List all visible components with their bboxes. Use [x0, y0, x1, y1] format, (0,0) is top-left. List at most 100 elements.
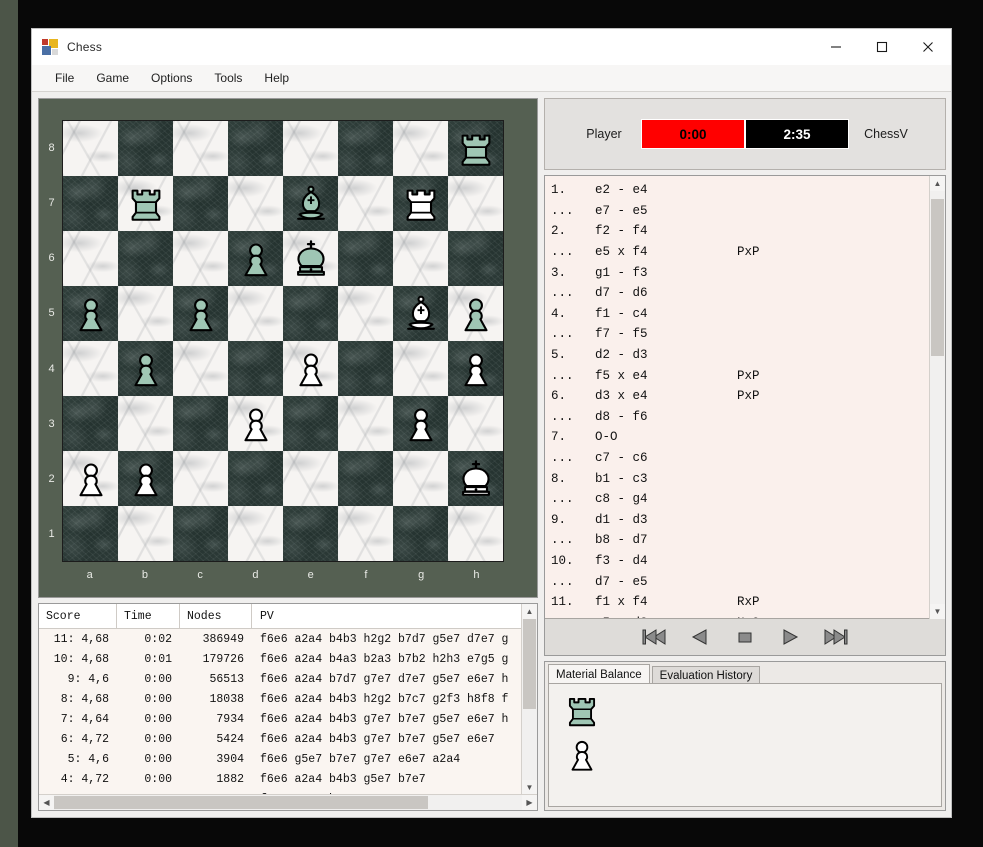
board-square-g4[interactable]	[393, 341, 448, 396]
skip-to-start-button[interactable]	[640, 626, 670, 648]
move-list-row[interactable]: 8. b1 - c3	[551, 468, 945, 489]
board-square-d2[interactable]	[228, 451, 283, 506]
piece-white-bishop-g5[interactable]	[393, 286, 448, 341]
move-list-row[interactable]: ... f7 - f5	[551, 324, 945, 345]
board-square-c5[interactable]	[173, 286, 228, 341]
analysis-row[interactable]: 9: 4,6 0:00 56513 f6e6 a2a4 b7d7 g7e7 d7e7 …	[39, 669, 537, 689]
chess-board[interactable]	[62, 120, 504, 562]
board-square-a2[interactable]	[63, 451, 118, 506]
move-list-row[interactable]: ... d7 - d6	[551, 283, 945, 304]
analysis-row[interactable]: 5: 4,6 0:00 3904 f6e6 g5e7 b7e7 g7e7 e6e7 a…	[39, 749, 537, 769]
board-square-f7[interactable]	[338, 176, 393, 231]
analysis-vertical-scrollbar[interactable]: ▲ ▼	[521, 604, 537, 795]
movelist-vscroll-thumb[interactable]	[931, 199, 944, 357]
menu-game[interactable]: Game	[85, 67, 140, 89]
chess-board-grid[interactable]	[63, 121, 503, 561]
board-square-d4[interactable]	[228, 341, 283, 396]
column-header-time[interactable]: Time	[117, 604, 180, 628]
board-square-b4[interactable]	[118, 341, 173, 396]
analysis-vscroll-thumb[interactable]	[523, 619, 536, 710]
board-square-f6[interactable]	[338, 231, 393, 286]
board-square-f5[interactable]	[338, 286, 393, 341]
board-square-b6[interactable]	[118, 231, 173, 286]
menu-tools[interactable]: Tools	[203, 67, 253, 89]
scroll-down-icon[interactable]: ▼	[930, 604, 945, 619]
move-list-row[interactable]: ... c8 - g4	[551, 489, 945, 510]
analysis-row[interactable]: 7: 4,64 0:00 7934 f6e6 a2a4 b4b3 g7e7 b7e7 …	[39, 709, 537, 729]
scroll-right-icon[interactable]: ▶	[522, 795, 537, 810]
board-square-h4[interactable]	[448, 341, 503, 396]
board-square-e7[interactable]	[283, 176, 338, 231]
move-list-row[interactable]: 9. d1 - d3	[551, 510, 945, 531]
piece-white-pawn-h4[interactable]	[448, 341, 503, 396]
move-list-panel[interactable]: 1. e2 - e4... e7 - e5 2. f2 - f4... e5 x f4 Px…	[544, 175, 946, 656]
board-square-d3[interactable]	[228, 396, 283, 451]
minimize-button[interactable]	[813, 29, 859, 65]
menu-options[interactable]: Options	[140, 67, 203, 89]
play-button[interactable]	[775, 626, 805, 648]
move-list-row[interactable]: 4. f1 - c4	[551, 304, 945, 325]
board-square-d6[interactable]	[228, 231, 283, 286]
piece-black-rook-b7[interactable]	[118, 176, 173, 231]
column-header-score[interactable]: Score	[39, 604, 117, 628]
piece-black-pawn-h5[interactable]	[448, 286, 503, 341]
board-square-f8[interactable]	[338, 121, 393, 176]
board-square-b1[interactable]	[118, 506, 173, 561]
move-list-row[interactable]: 7. O-O	[551, 427, 945, 448]
board-square-e1[interactable]	[283, 506, 338, 561]
move-list[interactable]: 1. e2 - e4... e7 - e5 2. f2 - f4... e5 x f4 Px…	[545, 176, 945, 618]
board-square-h2[interactable]	[448, 451, 503, 506]
close-button[interactable]	[905, 29, 951, 65]
move-list-row[interactable]: 5. d2 - d3	[551, 345, 945, 366]
analysis-row[interactable]: 6: 4,72 0:00 5424 f6e6 a2a4 b4b3 g7e7 b7e7 …	[39, 729, 537, 749]
menu-file[interactable]: File	[44, 67, 85, 89]
board-square-d5[interactable]	[228, 286, 283, 341]
board-square-c7[interactable]	[173, 176, 228, 231]
piece-white-pawn-e4[interactable]	[283, 341, 338, 396]
move-list-row[interactable]: 3. g1 - f3	[551, 262, 945, 283]
board-square-b7[interactable]	[118, 176, 173, 231]
board-square-a1[interactable]	[63, 506, 118, 561]
board-square-e5[interactable]	[283, 286, 338, 341]
piece-white-king-h2[interactable]	[448, 451, 503, 506]
board-square-d1[interactable]	[228, 506, 283, 561]
board-square-g6[interactable]	[393, 231, 448, 286]
board-square-c1[interactable]	[173, 506, 228, 561]
piece-black-pawn-d6[interactable]	[228, 231, 283, 286]
move-list-row[interactable]: 2. f2 - f4	[551, 221, 945, 242]
analysis-row[interactable]: 10: 4,68 0:01 179726 f6e6 a2a4 b4a3 b2a3 b7…	[39, 649, 537, 669]
menu-help[interactable]: Help	[253, 67, 300, 89]
engine-analysis-table[interactable]: Score Time Nodes PV 11: 4,68 0:02 386949 f6…	[38, 603, 538, 811]
board-square-g5[interactable]	[393, 286, 448, 341]
move-list-row[interactable]: 10. f3 - d4	[551, 551, 945, 572]
scroll-up-icon[interactable]: ▲	[522, 604, 537, 619]
piece-black-pawn-a5[interactable]	[63, 286, 118, 341]
board-square-b5[interactable]	[118, 286, 173, 341]
move-list-row[interactable]: ... e7 - e5	[551, 201, 945, 222]
movelist-vscroll-track[interactable]	[930, 191, 945, 604]
board-square-g1[interactable]	[393, 506, 448, 561]
board-square-c3[interactable]	[173, 396, 228, 451]
skip-to-end-button[interactable]	[820, 626, 850, 648]
board-square-h1[interactable]	[448, 506, 503, 561]
chess-board-panel[interactable]: 87654321 a b c d e f g h	[38, 98, 538, 598]
board-square-g7[interactable]	[393, 176, 448, 231]
piece-white-pawn-d3[interactable]	[228, 396, 283, 451]
board-square-a8[interactable]	[63, 121, 118, 176]
analysis-row[interactable]: 8: 4,68 0:00 18038 f6e6 a2a4 b4b3 h2g2 b7c7…	[39, 689, 537, 709]
stop-button[interactable]	[730, 626, 760, 648]
move-list-row[interactable]: 1. e2 - e4	[551, 180, 945, 201]
board-square-a5[interactable]	[63, 286, 118, 341]
board-square-e4[interactable]	[283, 341, 338, 396]
analysis-vscroll-track[interactable]	[522, 619, 537, 780]
board-square-g2[interactable]	[393, 451, 448, 506]
piece-white-pawn-b2[interactable]	[118, 451, 173, 506]
board-square-a4[interactable]	[63, 341, 118, 396]
board-square-b3[interactable]	[118, 396, 173, 451]
board-square-a7[interactable]	[63, 176, 118, 231]
board-square-c6[interactable]	[173, 231, 228, 286]
board-square-g8[interactable]	[393, 121, 448, 176]
piece-black-rook-h8[interactable]	[448, 121, 503, 176]
board-square-f3[interactable]	[338, 396, 393, 451]
move-list-row[interactable]: ... c7 - c6	[551, 448, 945, 469]
